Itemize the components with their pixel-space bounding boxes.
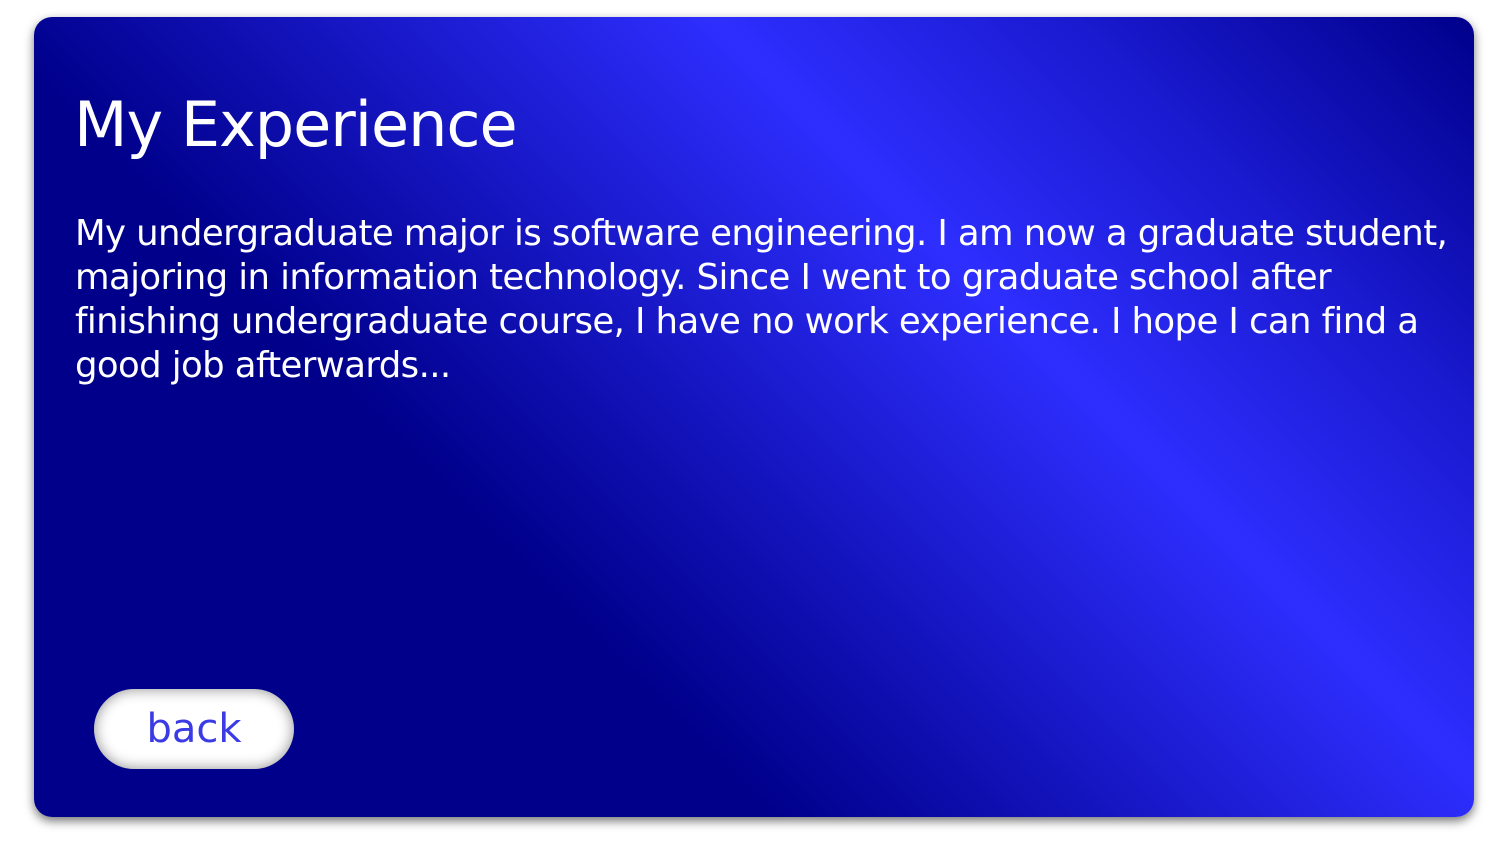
experience-card: My Experience My undergraduate major is … — [34, 17, 1474, 817]
page-title: My Experience — [74, 88, 518, 161]
experience-description: My undergraduate major is software engin… — [75, 213, 1448, 386]
back-button[interactable]: back — [94, 689, 294, 769]
